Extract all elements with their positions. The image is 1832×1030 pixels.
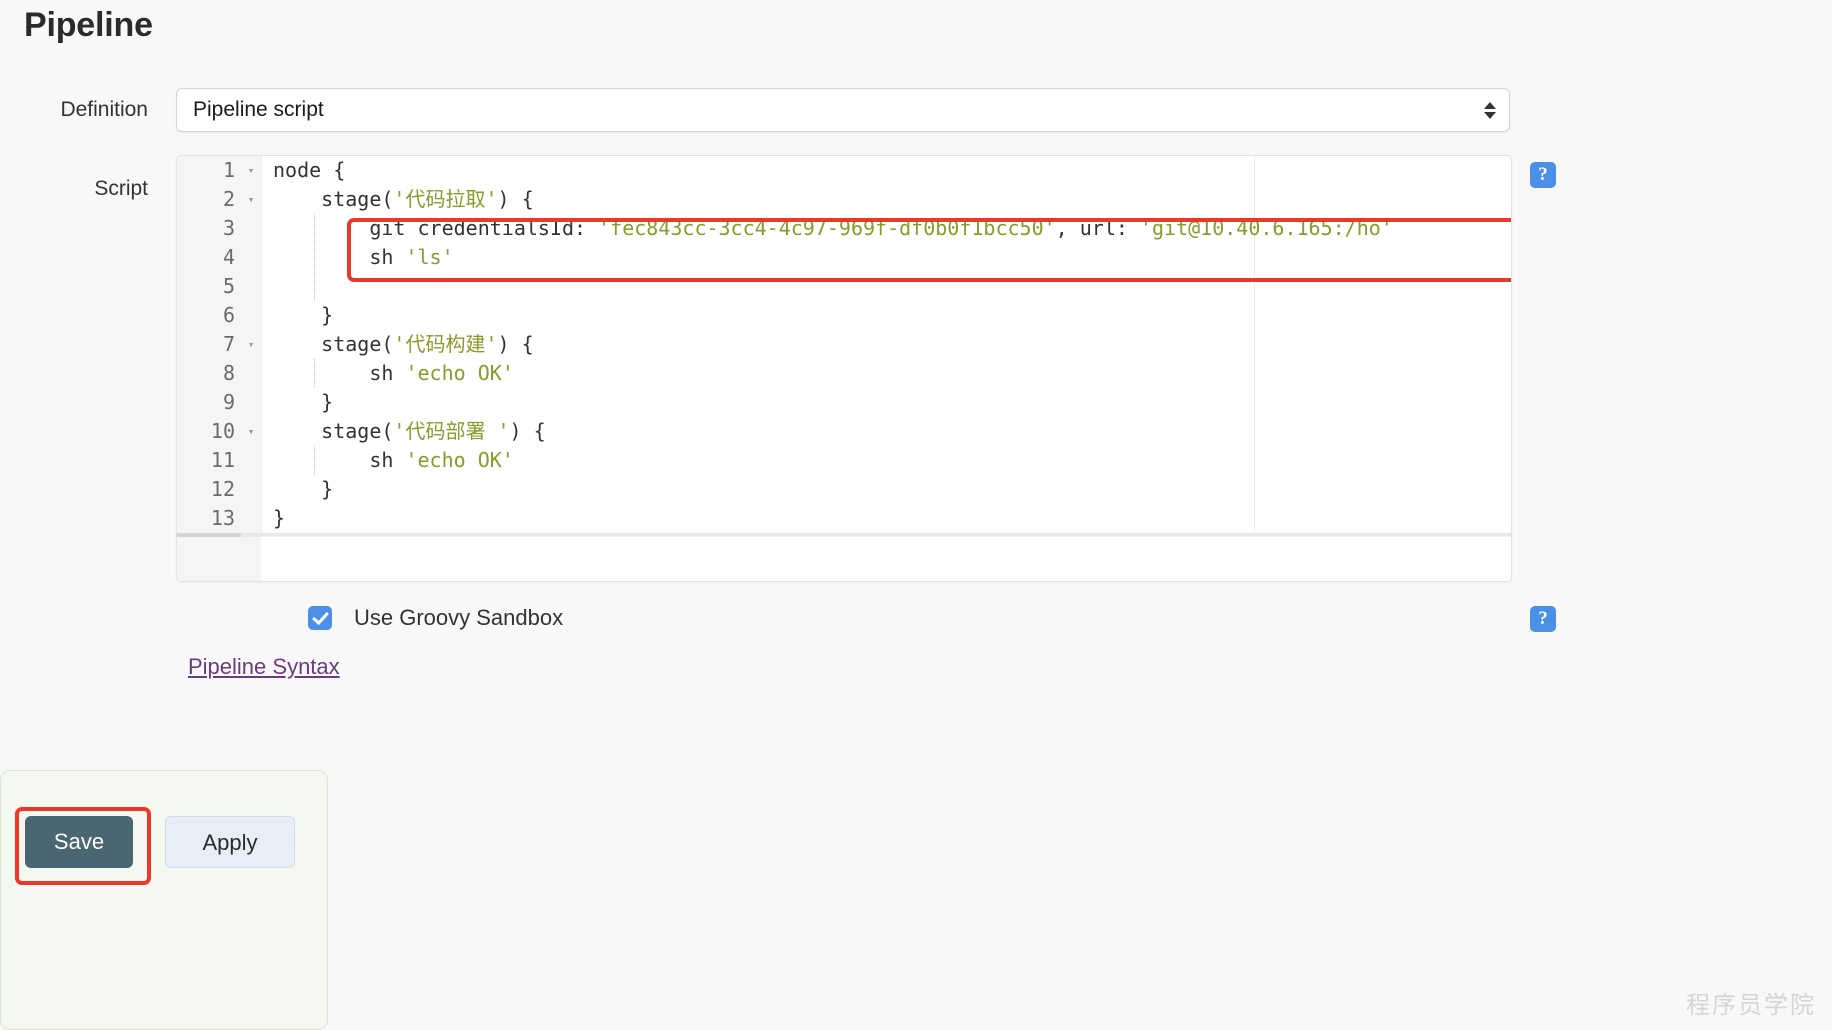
- line-number: 1: [222, 158, 235, 182]
- code-text: stage('代码构建') {: [273, 332, 534, 356]
- code-line[interactable]: 1 ▾ node {: [177, 156, 1511, 185]
- indent-guide: [314, 214, 316, 301]
- code-text: }: [273, 303, 334, 327]
- code-line[interactable]: 5: [177, 272, 1511, 301]
- editor-bottom-strip: [261, 536, 1511, 581]
- line-number: 5: [222, 274, 235, 298]
- use-groovy-sandbox-checkbox[interactable]: [308, 606, 332, 630]
- definition-label: Definition: [60, 98, 148, 121]
- code-text: }: [273, 390, 334, 414]
- code-line[interactable]: 3 git credentialsId: 'fec843cc-3cc4-4c97…: [177, 214, 1511, 243]
- use-groovy-sandbox-row[interactable]: Use Groovy Sandbox: [308, 605, 563, 631]
- indent-guide: [314, 446, 316, 475]
- definition-select[interactable]: Pipeline script: [176, 88, 1510, 132]
- fold-toggle-icon[interactable]: ▾: [241, 156, 261, 185]
- code-text: node {: [273, 158, 346, 182]
- help-icon-sandbox[interactable]: ?: [1530, 606, 1556, 632]
- line-number: 12: [210, 477, 235, 501]
- code-line[interactable]: 8 sh 'echo OK': [177, 359, 1511, 388]
- code-text: stage('代码拉取') {: [273, 187, 534, 211]
- code-text: sh 'echo OK': [273, 361, 514, 385]
- fold-toggle-icon[interactable]: ▾: [241, 185, 261, 214]
- code-text: sh 'ls': [273, 245, 454, 269]
- line-number: 7: [222, 332, 235, 356]
- line-number: 8: [222, 361, 235, 385]
- definition-select-wrap: Pipeline script: [176, 88, 1510, 132]
- code-line[interactable]: 12 }: [177, 475, 1511, 504]
- code-text: stage('代码部署 ') {: [273, 419, 546, 443]
- code-text: }: [273, 506, 286, 530]
- fold-toggle-icon[interactable]: ▾: [241, 330, 261, 359]
- line-number: 11: [210, 448, 235, 472]
- code-text: }: [273, 477, 334, 501]
- save-button[interactable]: Save: [25, 816, 133, 868]
- line-number: 9: [222, 390, 235, 414]
- code-line[interactable]: 11 sh 'echo OK': [177, 446, 1511, 475]
- code-lines[interactable]: 1 ▾ node {2 ▾ stage('代码拉取') {3 git credenti…: [177, 156, 1511, 562]
- code-text: sh 'echo OK': [273, 448, 514, 472]
- code-text: git credentialsId: 'fec843cc-3cc4-4c97-9…: [273, 216, 1393, 240]
- apply-button[interactable]: Apply: [165, 816, 295, 868]
- line-number: 13: [210, 506, 235, 530]
- code-line[interactable]: 13}: [177, 504, 1511, 533]
- line-number: 3: [222, 216, 235, 240]
- definition-row: Definition Pipeline script: [0, 88, 1780, 132]
- indent-guide: [314, 359, 316, 388]
- code-line[interactable]: 6 }: [177, 301, 1511, 330]
- code-line[interactable]: 4 sh 'ls': [177, 243, 1511, 272]
- page-title: Pipeline: [24, 6, 153, 44]
- code-line[interactable]: 9 }: [177, 388, 1511, 417]
- script-label: Script: [94, 177, 148, 200]
- line-number: 4: [222, 245, 235, 269]
- pipeline-syntax-link[interactable]: Pipeline Syntax: [188, 654, 340, 680]
- action-bar: Save Apply: [0, 770, 328, 1030]
- script-editor[interactable]: 1 ▾ node {2 ▾ stage('代码拉取') {3 git credenti…: [176, 155, 1512, 582]
- use-groovy-sandbox-label: Use Groovy Sandbox: [354, 605, 564, 630]
- line-number: 6: [222, 303, 235, 327]
- script-row: Script 1 ▾ node {2 ▾ stage('代码拉取') {3 git c…: [0, 155, 1780, 582]
- help-icon-script[interactable]: ?: [1530, 162, 1556, 188]
- line-number: 10: [210, 419, 235, 443]
- code-line[interactable]: 7 ▾ stage('代码构建') {: [177, 330, 1511, 359]
- watermark: 程序员学院: [1686, 992, 1816, 1019]
- fold-toggle-icon[interactable]: ▾: [241, 417, 261, 446]
- line-number: 2: [222, 187, 235, 211]
- editor-gutter-filler: [177, 537, 261, 581]
- code-line[interactable]: 2 ▾ stage('代码拉取') {: [177, 185, 1511, 214]
- code-line[interactable]: 10 ▾ stage('代码部署 ') {: [177, 417, 1511, 446]
